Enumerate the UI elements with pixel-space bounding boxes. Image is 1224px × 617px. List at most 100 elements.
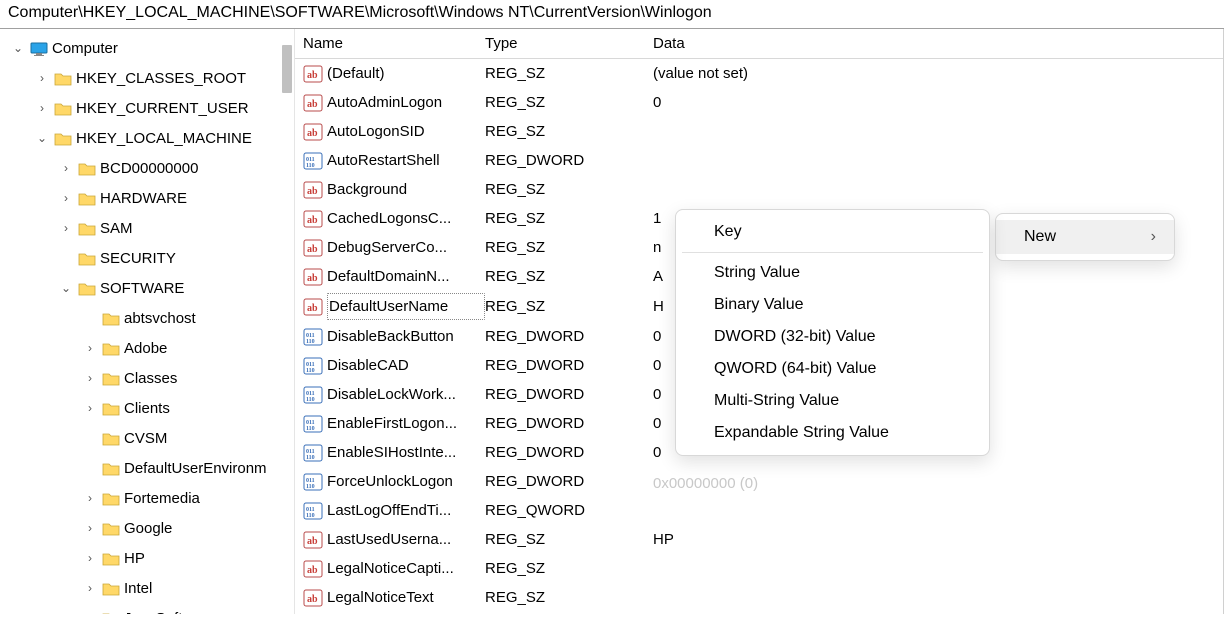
folder-icon [78, 191, 96, 206]
list-row[interactable]: LastUsedUserna...REG_SZHP [295, 525, 1223, 554]
value-name[interactable]: LegalNoticeCapti... [327, 556, 485, 581]
value-name[interactable]: ForceUnlockLogon [327, 469, 485, 494]
menu-item-new[interactable]: New › [996, 220, 1174, 254]
list-row[interactable]: AutoLogonSIDREG_SZ [295, 117, 1223, 146]
tree-node-hkcr[interactable]: › HKEY_CLASSES_ROOT [34, 64, 246, 93]
chevron-right-icon[interactable]: › [34, 94, 50, 123]
value-name[interactable]: LastUsedUserna... [327, 527, 485, 552]
chevron-right-icon[interactable]: › [58, 184, 74, 213]
tree-node-computer[interactable]: ⌄ Computer [10, 34, 118, 63]
folder-icon [54, 101, 72, 116]
context-submenu-new[interactable]: New › [995, 213, 1175, 261]
tree-node-hkcu[interactable]: › HKEY_CURRENT_USER [34, 94, 249, 123]
tree-node-intel[interactable]: ›Intel [82, 574, 152, 603]
tree-node-hardware[interactable]: ›HARDWARE [58, 184, 187, 213]
value-type: REG_SZ [485, 294, 653, 319]
tree-node-javasoft[interactable]: ›JavaSoft [82, 604, 182, 614]
column-data[interactable]: Data [653, 35, 1223, 52]
value-name[interactable]: DebugServerCo... [327, 235, 485, 260]
chevron-down-icon[interactable]: ⌄ [58, 274, 74, 303]
list-row[interactable]: LegalNoticeCapti...REG_SZ [295, 554, 1223, 583]
list-row[interactable]: AutoRestartShellREG_DWORD [295, 146, 1223, 175]
chevron-right-icon[interactable]: › [82, 364, 98, 393]
string-value-icon [303, 298, 323, 316]
tree-node-security[interactable]: ›SECURITY [58, 244, 176, 273]
chevron-right-icon[interactable]: › [82, 544, 98, 573]
value-type: REG_SZ [485, 61, 653, 86]
value-name[interactable]: Background [327, 177, 485, 202]
menu-item-qword[interactable]: QWORD (64-bit) Value [676, 353, 989, 385]
tree-node-hklm[interactable]: ⌄ HKEY_LOCAL_MACHINE [34, 124, 252, 153]
menu-item-binary[interactable]: Binary Value [676, 289, 989, 321]
tree-node-abtsvchost[interactable]: ›abtsvchost [82, 304, 196, 333]
tree-node-fortemedia[interactable]: ›Fortemedia [82, 484, 200, 513]
value-name[interactable]: DefaultDomainN... [327, 264, 485, 289]
chevron-right-icon[interactable]: › [34, 64, 50, 93]
value-data: 0 [653, 90, 1223, 115]
value-type: REG_SZ [485, 264, 653, 289]
chevron-right-icon[interactable]: › [82, 574, 98, 603]
tree-node-clients[interactable]: ›Clients [82, 394, 170, 423]
chevron-right-icon[interactable]: › [82, 514, 98, 543]
tree-node-defaultuserenv[interactable]: ›DefaultUserEnvironm [82, 454, 267, 483]
tree-scrollbar-thumb[interactable] [282, 45, 292, 93]
value-name[interactable]: AutoLogonSID [327, 119, 485, 144]
value-name[interactable]: LegalNoticeText [327, 585, 485, 610]
list-row[interactable]: BackgroundREG_SZ [295, 175, 1223, 204]
value-name[interactable]: DisableBackButton [327, 324, 485, 349]
value-name[interactable]: LastLogOffEndTi... [327, 498, 485, 523]
menu-item-dword[interactable]: DWORD (32-bit) Value [676, 321, 989, 353]
chevron-right-icon: › [1151, 228, 1156, 246]
value-type: REG_DWORD [485, 411, 653, 436]
list-row[interactable]: AutoAdminLogonREG_SZ0 [295, 88, 1223, 117]
value-name[interactable]: EnableFirstLogon... [327, 411, 485, 436]
value-name[interactable]: DefaultUserName [327, 293, 485, 320]
value-type: REG_SZ [485, 177, 653, 202]
tree-node-sam[interactable]: ›SAM [58, 214, 133, 243]
chevron-right-icon[interactable]: › [82, 334, 98, 363]
chevron-right-icon[interactable]: › [58, 214, 74, 243]
tree-node-hp[interactable]: ›HP [82, 544, 145, 573]
menu-item-key[interactable]: Key [676, 216, 989, 248]
list-row[interactable]: LastLogOffEndTi...REG_QWORD [295, 496, 1223, 525]
tree-node-classes[interactable]: ›Classes [82, 364, 177, 393]
chevron-right-icon[interactable]: › [82, 394, 98, 423]
folder-icon [78, 161, 96, 176]
value-name[interactable]: EnableSIHostInte... [327, 440, 485, 465]
menu-item-expandstring[interactable]: Expandable String Value [676, 417, 989, 449]
chevron-down-icon[interactable]: ⌄ [10, 34, 26, 63]
tree-node-cvsm[interactable]: ›CVSM [82, 424, 167, 453]
chevron-right-icon[interactable]: › [82, 604, 98, 614]
value-name[interactable]: AutoRestartShell [327, 148, 485, 173]
menu-separator [682, 252, 983, 253]
chevron-right-icon[interactable]: › [82, 484, 98, 513]
tree-node-software[interactable]: ⌄SOFTWARE [58, 274, 184, 303]
obscured-value: 0x00000000 (0) [653, 475, 793, 499]
binary-value-icon [303, 415, 323, 433]
registry-tree[interactable]: ⌄ Computer › HKEY_CLASSES_ROOT › HKEY_CU… [0, 29, 295, 614]
value-type: REG_DWORD [485, 382, 653, 407]
value-name[interactable]: DisableLockWork... [327, 382, 485, 407]
binary-value-icon [303, 328, 323, 346]
chevron-down-icon[interactable]: ⌄ [34, 124, 50, 153]
context-menu-new-items[interactable]: Key String Value Binary Value DWORD (32-… [675, 209, 990, 456]
value-name[interactable]: AutoAdminLogon [327, 90, 485, 115]
list-row[interactable]: (Default)REG_SZ(value not set) [295, 59, 1223, 88]
value-type: REG_SZ [485, 235, 653, 260]
address-bar[interactable]: Computer\HKEY_LOCAL_MACHINE\SOFTWARE\Mic… [0, 0, 1224, 29]
tree-node-bcd[interactable]: ›BCD00000000 [58, 154, 198, 183]
value-name[interactable]: (Default) [327, 61, 485, 86]
menu-item-string[interactable]: String Value [676, 257, 989, 289]
menu-item-multistring[interactable]: Multi-String Value [676, 385, 989, 417]
list-header: Name Type Data [295, 29, 1223, 59]
value-list[interactable]: Name Type Data (Default)REG_SZ(value not… [295, 29, 1224, 614]
chevron-right-icon[interactable]: › [58, 154, 74, 183]
value-name[interactable]: DisableCAD [327, 353, 485, 378]
tree-node-google[interactable]: ›Google [82, 514, 172, 543]
column-type[interactable]: Type [485, 35, 653, 52]
tree-node-adobe[interactable]: ›Adobe [82, 334, 167, 363]
value-name[interactable]: CachedLogonsC... [327, 206, 485, 231]
value-type: REG_SZ [485, 119, 653, 144]
list-row[interactable]: LegalNoticeTextREG_SZ [295, 583, 1223, 612]
column-name[interactable]: Name [303, 35, 485, 52]
